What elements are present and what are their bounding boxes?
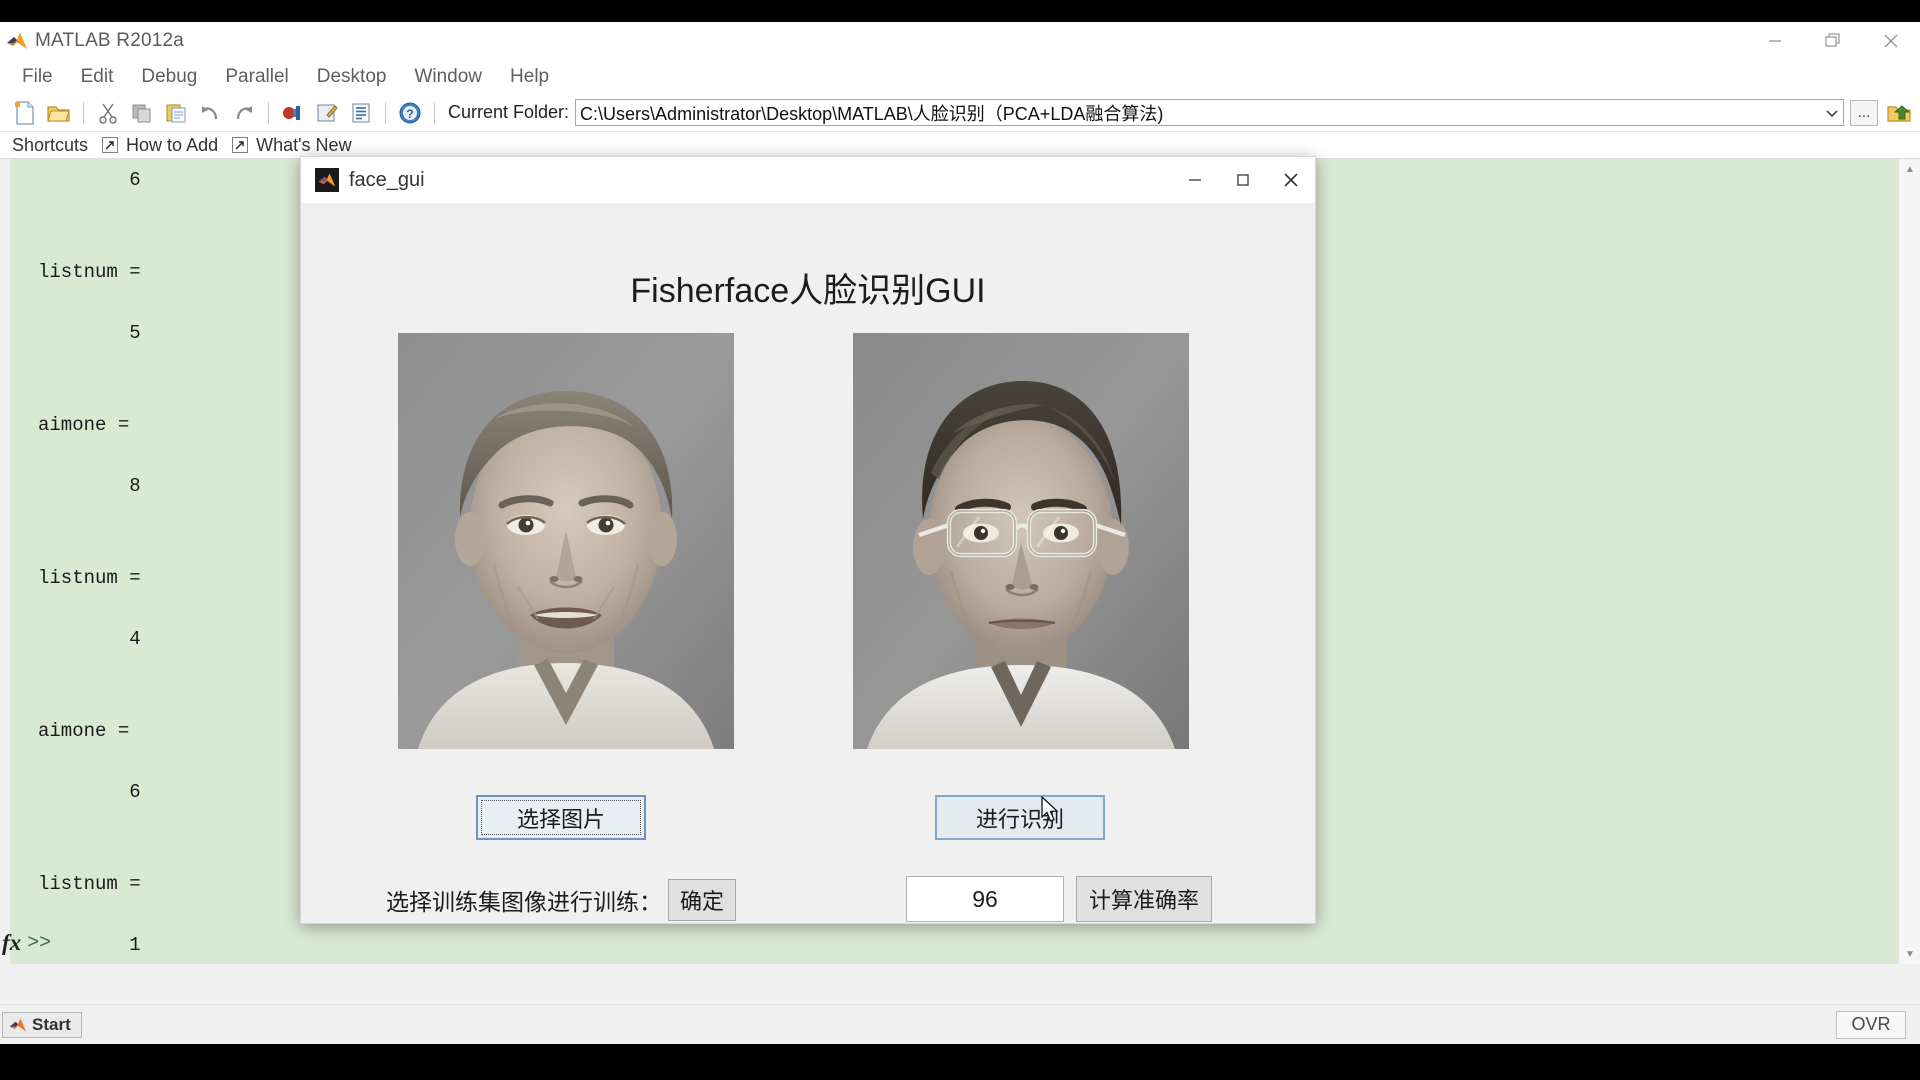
menu-item-help[interactable]: Help <box>496 66 563 88</box>
minimize-icon[interactable] <box>1746 22 1804 59</box>
calculate-accuracy-button[interactable]: 计算准确率 <box>1076 876 1212 922</box>
accuracy-input[interactable]: 96 <box>906 876 1064 922</box>
screen-root: MATLAB R2012a File Edit Debug Parallel D… <box>0 0 1920 1080</box>
menu-item-debug[interactable]: Debug <box>127 66 211 88</box>
matched-face-image[interactable] <box>853 333 1189 749</box>
matlab-window-controls <box>1746 22 1920 59</box>
undo-icon[interactable] <box>196 99 224 127</box>
toolbar: ? Current Folder: C:\Users\Administrator… <box>0 94 1920 132</box>
fx-function-browser-icon[interactable]: fx <box>2 930 21 956</box>
svg-text:?: ? <box>406 107 413 121</box>
copy-icon[interactable] <box>128 99 156 127</box>
start-button[interactable]: Start <box>2 1011 82 1038</box>
chevron-down-icon[interactable] <box>1821 100 1843 125</box>
train-label: 选择训练集图像进行训练： <box>386 889 662 915</box>
face-gui-window: face_gui Fisherface人脸识别GUI 选择图片 进行识别 选择训… <box>300 156 1316 924</box>
toolbar-separator-2 <box>268 101 269 124</box>
toolbar-separator-1 <box>83 101 84 124</box>
menubar: File Edit Debug Parallel Desktop Window … <box>0 59 1920 94</box>
redo-icon[interactable] <box>230 99 258 127</box>
statusbar: Start OVR <box>0 1004 1920 1044</box>
menu-item-desktop[interactable]: Desktop <box>303 66 401 88</box>
matlab-window-title: MATLAB R2012a <box>35 29 185 51</box>
command-window-scrollbar[interactable]: ▲ ▼ <box>1898 159 1920 964</box>
page-title: Fisherface人脸识别GUI <box>630 272 986 310</box>
screen-top-letterbox <box>0 0 1920 22</box>
train-row: 选择训练集图像进行训练： 确定 <box>386 879 736 921</box>
command-prompt[interactable]: >> <box>27 932 51 955</box>
close-icon[interactable] <box>1267 157 1315 203</box>
select-image-button[interactable]: 选择图片 <box>476 795 646 840</box>
matlab-logo-icon <box>6 30 28 52</box>
shortcut-how-to-add[interactable]: How to Add <box>126 135 218 156</box>
matlab-logo-icon <box>315 168 339 192</box>
guide-icon[interactable] <box>313 99 341 127</box>
toolbar-separator-3 <box>385 101 386 124</box>
status-badge: OVR <box>1836 1010 1906 1039</box>
shortcut-arrow-icon[interactable] <box>232 137 249 153</box>
toolbar-separator-4 <box>434 101 435 124</box>
confirm-button[interactable]: 确定 <box>668 879 736 921</box>
shortcuts-bar: Shortcuts How to Add What's New <box>0 132 1920 159</box>
up-folder-icon[interactable] <box>1884 99 1914 127</box>
shortcut-whats-new[interactable]: What's New <box>256 135 351 156</box>
restore-icon[interactable] <box>1804 22 1862 59</box>
paste-icon[interactable] <box>162 99 190 127</box>
command-prompt-row: fx >> <box>0 926 1920 960</box>
current-folder-combobox[interactable]: C:\Users\Administrator\Desktop\MATLAB\人脸… <box>575 99 1844 126</box>
matlab-logo-icon <box>9 1017 27 1032</box>
screen-bottom-letterbox <box>0 1044 1920 1080</box>
current-folder-label: Current Folder: <box>448 102 570 122</box>
maximize-icon[interactable] <box>1219 157 1267 203</box>
face-gui-titlebar[interactable]: face_gui <box>301 157 1315 203</box>
face-gui-title: face_gui <box>349 168 425 191</box>
accuracy-row: 96 计算准确率 <box>906 876 1212 922</box>
menu-item-parallel[interactable]: Parallel <box>211 66 302 88</box>
browse-folder-button[interactable]: ... <box>1850 99 1878 126</box>
help-icon[interactable]: ? <box>396 99 424 127</box>
open-folder-icon[interactable] <box>45 99 73 127</box>
current-folder-path[interactable]: C:\Users\Administrator\Desktop\MATLAB\人脸… <box>576 100 1821 126</box>
scroll-up-icon[interactable]: ▲ <box>1899 159 1920 179</box>
recognize-button[interactable]: 进行识别 <box>935 795 1105 840</box>
matlab-titlebar: MATLAB R2012a <box>0 22 1920 59</box>
simulink-icon[interactable] <box>279 99 307 127</box>
start-button-label: Start <box>32 1014 71 1034</box>
menu-item-window[interactable]: Window <box>400 66 496 88</box>
new-script-icon[interactable] <box>11 99 39 127</box>
profiler-icon[interactable] <box>347 99 375 127</box>
face-gui-window-controls <box>1171 157 1315 203</box>
shortcut-arrow-icon[interactable] <box>102 137 119 153</box>
minimize-icon[interactable] <box>1171 157 1219 203</box>
cut-icon[interactable] <box>94 99 122 127</box>
face-gui-body: Fisherface人脸识别GUI 选择图片 进行识别 选择训练集图像进行训练：… <box>301 203 1315 923</box>
menu-item-file[interactable]: File <box>8 66 67 88</box>
shortcuts-label: Shortcuts <box>12 134 89 155</box>
menu-item-edit[interactable]: Edit <box>67 66 128 88</box>
query-face-image[interactable] <box>398 333 734 749</box>
close-icon[interactable] <box>1862 22 1920 59</box>
